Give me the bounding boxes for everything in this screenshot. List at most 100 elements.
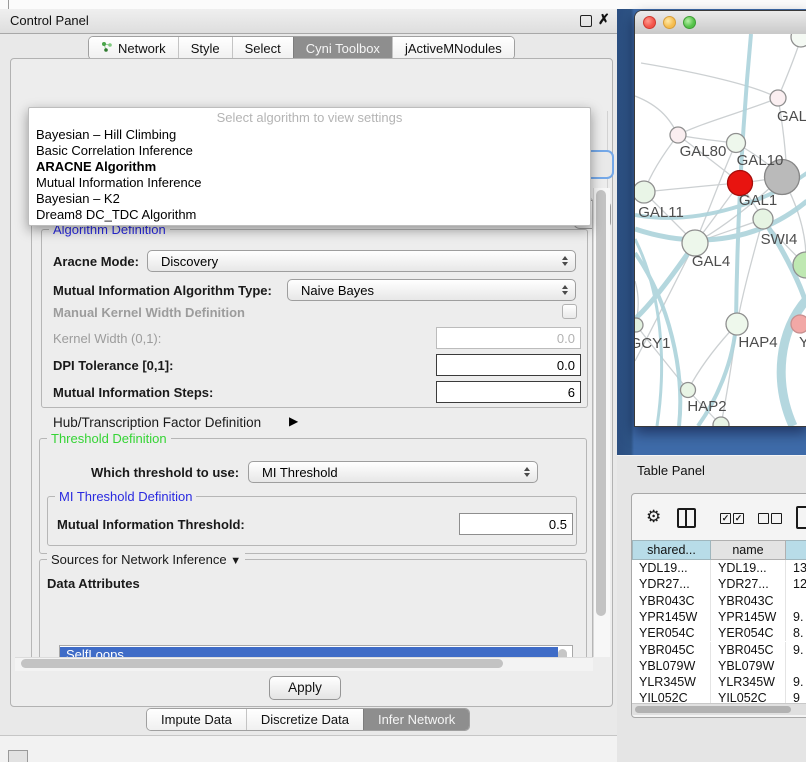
expanded-arrow-icon[interactable]: ▼ [230,555,241,567]
table-horizontal-scrollbar-thumb[interactable] [635,706,791,713]
network-canvas[interactable]: GAL80 GAL10 GAL1 GAL11 SWI4 GAL4 GCY1 HA… [635,34,806,426]
algorithm-option[interactable]: Bayesian – Hill Climbing [29,127,590,143]
collapsed-arrow-icon[interactable]: ▶ [289,414,298,428]
node-gal80[interactable] [670,127,686,143]
tab-discretize-data[interactable]: Discretize Data [246,709,363,730]
minimize-traffic-light-icon[interactable] [663,16,676,29]
combo-spinner-icon [524,467,530,477]
network-view-window: GAL80 GAL10 GAL1 GAL11 SWI4 GAL4 GCY1 HA… [634,10,806,427]
node[interactable] [791,34,806,47]
column-header-name[interactable]: name [711,540,786,560]
kernel-width-label: Kernel Width (0,1): [53,331,161,346]
cell-name: YDL19... [711,560,786,576]
close-traffic-light-icon[interactable] [643,16,656,29]
dpi-tolerance-label: DPI Tolerance [0,1]: [53,358,173,373]
tab-jactivemnodules[interactable]: jActiveMNodules [392,37,514,59]
table-row[interactable]: YDR27... YDR27... 12 [632,576,806,592]
cell-value [786,593,806,609]
node-label: HAP4 [738,334,777,351]
threshold-definition-legend: Threshold Definition [47,431,171,446]
tab-impute-data[interactable]: Impute Data [147,709,246,730]
algorithm-option[interactable]: Mutual Information Inference [29,175,590,191]
network-icon [101,41,113,56]
node-gcy1[interactable] [635,318,643,332]
cell-name: YBL079W [711,658,786,674]
node-swi4[interactable] [753,209,773,229]
algorithm-option[interactable]: Dream8 DC_TDC Algorithm [29,207,590,223]
close-icon[interactable]: ✗ [598,11,610,28]
cell-shared: YLR345W [632,674,711,690]
dpi-tolerance-field[interactable]: 0.0 [436,354,581,376]
tab-style[interactable]: Style [178,37,232,59]
popup-hint: Select algorithm to view settings [29,110,590,125]
cell-value: 13 [786,560,806,576]
settings-vertical-scrollbar-thumb[interactable] [596,190,606,616]
mi-steps-field[interactable]: 6 [436,381,581,403]
node-gal11[interactable] [635,181,655,203]
manual-kernel-checkbox[interactable] [562,304,577,319]
settings-horizontal-scrollbar-thumb[interactable] [21,659,503,668]
tab-select[interactable]: Select [232,37,293,59]
tab-jactivemnodules-label: jActiveMNodules [405,41,502,56]
column-header-partial[interactable] [786,540,806,560]
top-tab-bar: Network Style Select Cyni Toolbox jActiv… [88,36,515,60]
below-panel-area [0,736,617,762]
algorithm-option[interactable]: Basic Correlation Inference [29,143,590,159]
table-row[interactable]: YDL19... YDL19... 13 [632,560,806,576]
unchecked-checkbox-icon[interactable] [758,513,769,524]
node-y-pink[interactable] [791,315,806,333]
which-threshold-combo[interactable]: MI Threshold [248,461,538,483]
document-icon[interactable] [796,506,806,529]
data-attributes-label: Data Attributes [47,576,140,591]
network-graph[interactable]: GAL80 GAL10 GAL1 GAL11 SWI4 GAL4 GCY1 HA… [635,34,806,426]
mi-threshold-field[interactable]: 0.5 [459,513,573,535]
checked-checkbox-icon[interactable]: ✓ [720,513,731,524]
node-gal10[interactable] [727,134,746,153]
tab-style-label: Style [191,41,220,56]
table-row[interactable]: YER054C YER054C 8. [632,625,806,641]
gear-icon[interactable]: ⚙ [646,507,661,526]
table-row[interactable]: YLR345W YLR345W 9. [632,674,806,690]
zoom-traffic-light-icon[interactable] [683,16,696,29]
combo-spinner-icon [562,256,568,266]
tab-infer-network[interactable]: Infer Network [363,709,469,730]
table-row[interactable]: YBR045C YBR045C 9. [632,642,806,658]
mi-steps-label: Mutual Information Steps: [53,385,213,400]
table-row[interactable]: YPR145W YPR145W 9. [632,609,806,625]
algorithm-option-selected[interactable]: ARACNE Algorithm [29,159,590,175]
float-window-icon[interactable] [580,15,592,27]
table-panel: Table Panel ⚙ ✓ ✓ shared... name YDL19..… [617,455,806,762]
node-gal[interactable] [770,90,786,106]
node-label: GAL10 [737,152,784,169]
node-label: GAL [777,108,806,125]
unchecked-checkbox-icon[interactable] [771,513,782,524]
network-window-titlebar[interactable] [635,11,806,35]
cell-value: 9. [786,674,806,690]
column-header-shared[interactable]: shared... [632,540,711,560]
cell-shared: YDL19... [632,560,711,576]
settings-scroll-area: Cyni Algorithm Settings Algorithm Defini… [15,187,593,670]
table-row[interactable]: YBR043C YBR043C [632,593,806,609]
manual-kernel-label: Manual Kernel Width Definition [53,305,245,320]
table-row[interactable]: YBL079W YBL079W [632,658,806,674]
columns-icon[interactable] [677,508,696,528]
aracne-mode-combo[interactable]: Discovery [147,250,576,272]
node-hap2[interactable] [681,383,696,398]
table-horizontal-scrollbar[interactable] [632,703,806,715]
cell-value: 9 [786,690,806,703]
kernel-width-field[interactable]: 0.0 [436,327,581,349]
tab-cyni-toolbox[interactable]: Cyni Toolbox [293,37,392,59]
grip-icon[interactable] [8,750,28,762]
tab-network[interactable]: Network [89,37,178,59]
combo-spinner-icon [562,285,568,295]
node-label: SWI4 [761,231,798,248]
node[interactable] [713,417,729,426]
checked-checkbox-icon[interactable]: ✓ [733,513,744,524]
mi-type-combo[interactable]: Naive Bayes [287,279,576,301]
cyni-toolbox-panel: Select algorithm to view settings Bayesi… [10,58,613,707]
node-hap4[interactable] [726,313,748,335]
screen: Control Panel ✗ Network Style [0,0,806,762]
apply-button[interactable]: Apply [269,676,341,700]
algorithm-option[interactable]: Bayesian – K2 [29,191,590,207]
table-row[interactable]: YIL052C YIL052C 9 [632,690,806,703]
